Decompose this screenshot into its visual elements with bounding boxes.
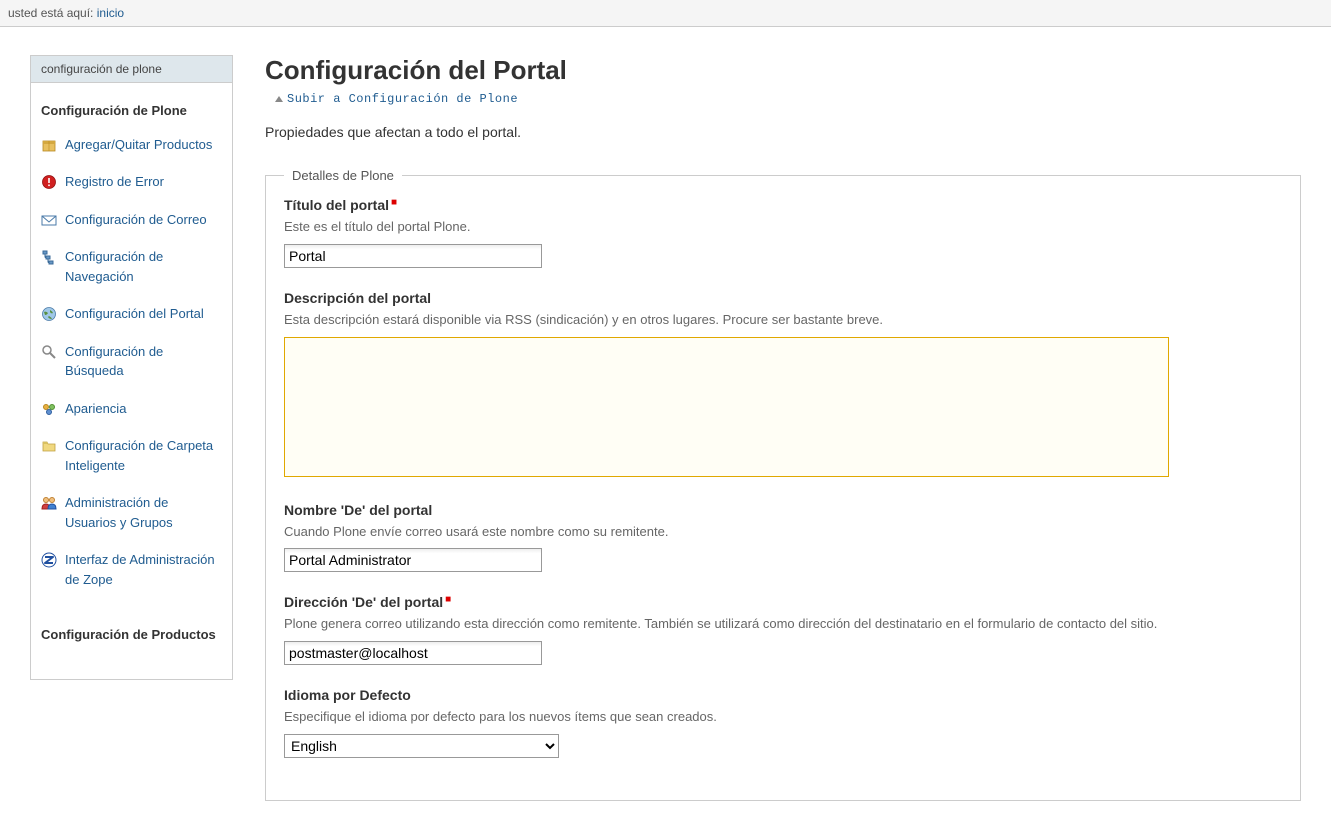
portlet-header: configuración de plone	[30, 55, 233, 83]
folder-icon	[41, 438, 57, 454]
world-icon	[41, 306, 57, 322]
site-description-input[interactable]	[284, 337, 1169, 477]
box-icon	[41, 137, 57, 153]
sidebar-item-label: Interfaz de Administración de Zope	[65, 550, 222, 589]
users-icon	[41, 495, 57, 511]
main-content: Configuración del Portal Subir a Configu…	[265, 55, 1331, 821]
field-from-name: Nombre 'De' del portal Cuando Plone enví…	[284, 502, 1282, 573]
sidebar-item-label: Configuración de Navegación	[65, 247, 222, 286]
fieldset-plone-details: Detalles de Plone Título del portal■ Est…	[265, 168, 1301, 801]
mail-icon	[41, 212, 57, 228]
required-marker: ■	[445, 594, 451, 605]
from-address-input[interactable]	[284, 641, 542, 665]
sidebar-item-label: Configuración de Carpeta Inteligente	[65, 436, 222, 475]
page-description: Propiedades que afectan a todo el portal…	[265, 124, 1301, 140]
sidebar-item-label: Apariencia	[65, 399, 126, 419]
field-label-from-address: Dirección 'De' del portal■	[284, 594, 1282, 610]
theme-icon	[41, 401, 57, 417]
sidebar-item-error-log[interactable]: Registro de Error	[41, 172, 222, 192]
field-default-language: Idioma por Defecto Especifique el idioma…	[284, 687, 1282, 758]
field-from-address: Dirección 'De' del portal■ Plone genera …	[284, 594, 1282, 665]
breadcrumb-home-link[interactable]: inicio	[97, 6, 124, 20]
portlet-body: Configuración de Plone Agregar/Quitar Pr…	[30, 83, 233, 680]
field-label-site-title: Título del portal■	[284, 197, 1282, 213]
sidebar-item-label: Configuración del Portal	[65, 304, 204, 324]
triangle-up-icon	[275, 96, 283, 102]
field-help-site-title: Este es el título del portal Plone.	[284, 217, 1282, 238]
up-link[interactable]: Subir a Configuración de Plone	[275, 92, 1301, 106]
sidebar-item-users-groups[interactable]: Administración de Usuarios y Grupos	[41, 493, 222, 532]
field-help-from-address: Plone genera correo utilizando esta dire…	[284, 614, 1282, 635]
field-label-site-description: Descripción del portal	[284, 290, 1282, 306]
sidebar-item-portal-settings[interactable]: Configuración del Portal	[41, 304, 222, 324]
sidebar-item-add-remove-products[interactable]: Agregar/Quitar Productos	[41, 135, 222, 155]
error-icon	[41, 174, 57, 190]
zope-icon	[41, 552, 57, 568]
sidebar-item-smart-folder-settings[interactable]: Configuración de Carpeta Inteligente	[41, 436, 222, 475]
up-link-text: Subir a Configuración de Plone	[287, 92, 518, 106]
field-help-default-language: Especifique el idioma por defecto para l…	[284, 707, 1282, 728]
sidebar-item-label: Administración de Usuarios y Grupos	[65, 493, 222, 532]
page-title: Configuración del Portal	[265, 55, 1301, 86]
fieldset-legend: Detalles de Plone	[284, 168, 402, 183]
required-marker: ■	[391, 197, 397, 208]
breadcrumb-prefix: usted está aquí:	[8, 6, 97, 20]
site-title-input[interactable]	[284, 244, 542, 268]
sidebar-item-mail-settings[interactable]: Configuración de Correo	[41, 210, 222, 230]
field-help-site-description: Esta descripción estará disponible via R…	[284, 310, 1282, 331]
sidebar-section-title-plone: Configuración de Plone	[41, 101, 222, 121]
search-icon	[41, 344, 57, 360]
nav-icon	[41, 249, 57, 265]
sidebar-item-label: Registro de Error	[65, 172, 164, 192]
sidebar-item-label: Agregar/Quitar Productos	[65, 135, 212, 155]
sidebar-item-zmi[interactable]: Interfaz de Administración de Zope	[41, 550, 222, 589]
sidebar-section-title-products: Configuración de Productos	[41, 625, 222, 645]
default-language-select[interactable]: English	[284, 734, 559, 758]
sidebar-item-label: Configuración de Correo	[65, 210, 207, 230]
field-site-description: Descripción del portal Esta descripción …	[284, 290, 1282, 480]
sidebar: configuración de plone Configuración de …	[30, 55, 233, 821]
field-site-title: Título del portal■ Este es el título del…	[284, 197, 1282, 268]
breadcrumb: usted está aquí: inicio	[0, 0, 1331, 27]
field-label-default-language: Idioma por Defecto	[284, 687, 1282, 703]
sidebar-item-skins[interactable]: Apariencia	[41, 399, 222, 419]
sidebar-item-search-settings[interactable]: Configuración de Búsqueda	[41, 342, 222, 381]
sidebar-item-label: Configuración de Búsqueda	[65, 342, 222, 381]
from-name-input[interactable]	[284, 548, 542, 572]
sidebar-item-navigation-settings[interactable]: Configuración de Navegación	[41, 247, 222, 286]
field-label-from-name: Nombre 'De' del portal	[284, 502, 1282, 518]
field-help-from-name: Cuando Plone envíe correo usará este nom…	[284, 522, 1282, 543]
